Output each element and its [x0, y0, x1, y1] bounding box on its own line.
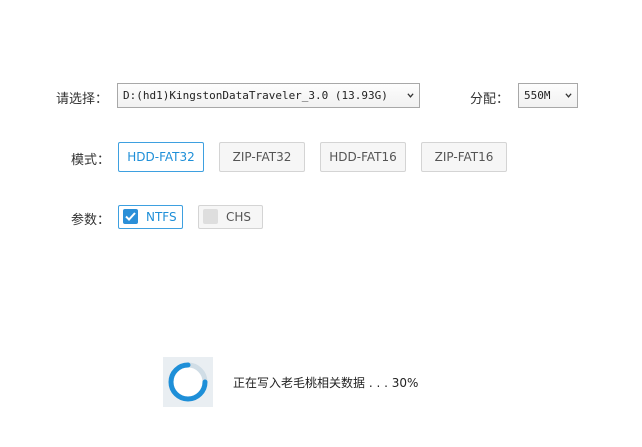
- ntfs-checkbox-label: NTFS: [146, 210, 177, 224]
- params-label: 参数：: [71, 213, 111, 228]
- loading-spinner-icon: [163, 357, 213, 407]
- drive-select-value: D:(hd1)KingstonDataTraveler_3.0 (13.93G): [123, 89, 388, 102]
- chs-checkbox-label: CHS: [226, 210, 252, 224]
- alloc-select-value: 550M: [524, 89, 551, 102]
- mode-hdd-fat16-button[interactable]: HDD-FAT16: [320, 142, 406, 172]
- checkmark-icon: [123, 209, 138, 224]
- mode-zip-fat32-button[interactable]: ZIP-FAT32: [219, 142, 305, 172]
- ntfs-checkbox[interactable]: NTFS: [118, 205, 183, 229]
- progress-status-text: 正在写入老毛桃相关数据 . . . 30%: [233, 376, 419, 390]
- chs-checkbox[interactable]: CHS: [198, 205, 263, 229]
- chevron-down-icon: [407, 93, 414, 98]
- alloc-label: 分配：: [470, 92, 510, 107]
- select-drive-label: 请选择：: [56, 92, 109, 107]
- mode-hdd-fat32-button[interactable]: HDD-FAT32: [118, 142, 204, 172]
- checkbox-empty-icon: [203, 209, 218, 224]
- drive-select[interactable]: D:(hd1)KingstonDataTraveler_3.0 (13.93G): [117, 83, 420, 108]
- chevron-down-icon: [565, 93, 572, 98]
- alloc-select[interactable]: 550M: [518, 83, 578, 108]
- mode-label: 模式：: [71, 153, 111, 168]
- mode-zip-fat16-button[interactable]: ZIP-FAT16: [421, 142, 507, 172]
